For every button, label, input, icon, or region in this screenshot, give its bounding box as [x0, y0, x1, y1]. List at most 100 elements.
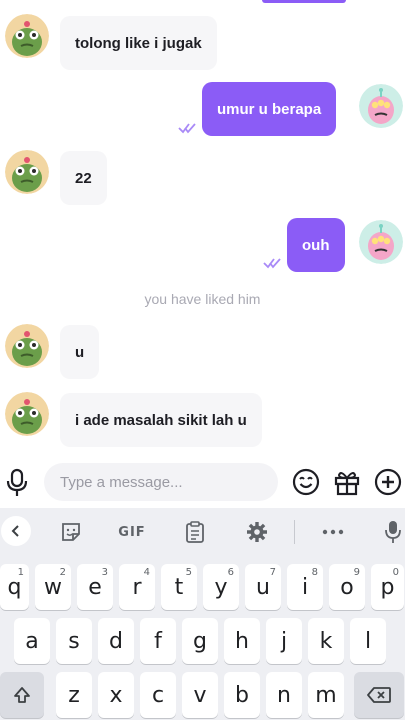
previous-message-bubble-edge [262, 0, 346, 3]
key-m[interactable]: m [308, 672, 344, 718]
key-label: b [235, 682, 249, 708]
my-avatar[interactable] [359, 84, 403, 128]
key-z[interactable]: z [56, 672, 92, 718]
key-label: h [235, 628, 249, 654]
message-bubble-incoming[interactable]: tolong like i jugak [60, 16, 217, 70]
gif-button[interactable]: GIF [114, 518, 150, 546]
key-label: l [364, 628, 372, 654]
clipboard-button[interactable] [183, 518, 207, 546]
key-hint: 8 [311, 567, 318, 578]
read-receipt-icon [263, 258, 281, 269]
my-avatar-image [359, 220, 403, 264]
key-label: e [88, 574, 102, 600]
key-s[interactable]: s [56, 618, 92, 664]
key-label: c [151, 682, 165, 708]
message-bubble-outgoing[interactable]: umur u berapa [202, 82, 337, 136]
contact-avatar[interactable] [5, 392, 49, 436]
more-options-button[interactable] [320, 518, 346, 546]
key-label: d [109, 628, 123, 654]
key-label: r [132, 574, 142, 600]
contact-avatar-image [5, 14, 49, 58]
key-hint: 9 [353, 567, 360, 578]
key-u[interactable]: u7 [245, 564, 281, 610]
keyboard-toolbar: GIF [0, 508, 405, 556]
key-label: j [280, 628, 288, 654]
key-label: t [174, 574, 184, 600]
key-o[interactable]: o9 [329, 564, 365, 610]
key-r[interactable]: r4 [119, 564, 155, 610]
backspace-key[interactable] [354, 672, 404, 718]
key-x[interactable]: x [98, 672, 134, 718]
key-j[interactable]: j [266, 618, 302, 664]
key-label: v [193, 682, 207, 708]
gift-icon[interactable] [332, 467, 362, 497]
key-label: o [340, 574, 354, 600]
my-avatar-image [359, 84, 403, 128]
key-label: m [315, 682, 337, 708]
message-text: umur u berapa [217, 100, 322, 118]
key-a[interactable]: a [14, 618, 50, 664]
key-k[interactable]: k [308, 618, 344, 664]
more-dots-icon [322, 529, 344, 535]
collapse-toolbar-button[interactable] [1, 516, 31, 546]
add-icon[interactable] [373, 467, 403, 497]
read-receipt-icon [178, 123, 196, 134]
emoji-icon[interactable] [291, 467, 321, 497]
key-e[interactable]: e3 [77, 564, 113, 610]
microphone-icon[interactable] [4, 468, 30, 498]
message-text: i ade masalah sikit lah u [75, 411, 247, 429]
key-q[interactable]: q1 [0, 564, 29, 610]
key-w[interactable]: w2 [35, 564, 71, 610]
key-hint: 5 [185, 567, 192, 578]
settings-gear-icon [247, 522, 267, 542]
key-label: x [109, 682, 123, 708]
key-label: y [214, 574, 228, 600]
key-y[interactable]: y6 [203, 564, 239, 610]
message-bubble-outgoing[interactable]: ouh [287, 218, 345, 272]
contact-avatar[interactable] [5, 150, 49, 194]
chat-area: tolong like i jugak umur u berapa 22 ouh [0, 0, 405, 455]
key-label: p [380, 574, 395, 600]
key-n[interactable]: n [266, 672, 302, 718]
message-text: tolong like i jugak [75, 34, 202, 52]
message-bubble-incoming[interactable]: i ade masalah sikit lah u [60, 393, 262, 447]
key-t[interactable]: t5 [161, 564, 197, 610]
shift-key[interactable] [0, 672, 44, 718]
key-label: k [319, 628, 333, 654]
contact-avatar-image [5, 392, 49, 436]
clipboard-icon [186, 521, 204, 543]
key-f[interactable]: f [140, 618, 176, 664]
my-avatar[interactable] [359, 220, 403, 264]
contact-avatar[interactable] [5, 324, 49, 368]
message-bubble-incoming[interactable]: 22 [60, 151, 107, 205]
key-i[interactable]: i8 [287, 564, 323, 610]
key-b[interactable]: b [224, 672, 260, 718]
key-hint: 4 [143, 567, 150, 578]
key-label: z [68, 682, 80, 708]
key-hint: 7 [269, 567, 276, 578]
key-label: s [68, 628, 80, 654]
settings-button[interactable] [245, 518, 269, 546]
key-v[interactable]: v [182, 672, 218, 718]
key-c[interactable]: c [140, 672, 176, 718]
toolbar-divider [294, 520, 295, 544]
contact-avatar-image [5, 324, 49, 368]
system-notice: you have liked him [144, 291, 261, 307]
voice-input-button[interactable] [383, 518, 403, 546]
key-g[interactable]: g [182, 618, 218, 664]
key-h[interactable]: h [224, 618, 260, 664]
message-text: ouh [302, 236, 330, 254]
message-text: 22 [75, 169, 92, 187]
backspace-icon [367, 687, 391, 703]
key-d[interactable]: d [98, 618, 134, 664]
key-p[interactable]: p0 [371, 564, 404, 610]
key-l[interactable]: l [350, 618, 386, 664]
shift-icon [14, 687, 30, 703]
message-input[interactable] [44, 463, 278, 501]
key-label: i [301, 574, 309, 600]
chevron-left-icon [11, 525, 19, 537]
message-bubble-incoming[interactable]: u [60, 325, 100, 379]
contact-avatar[interactable] [5, 14, 49, 58]
key-hint: 3 [101, 567, 108, 578]
sticker-button[interactable] [58, 518, 84, 546]
